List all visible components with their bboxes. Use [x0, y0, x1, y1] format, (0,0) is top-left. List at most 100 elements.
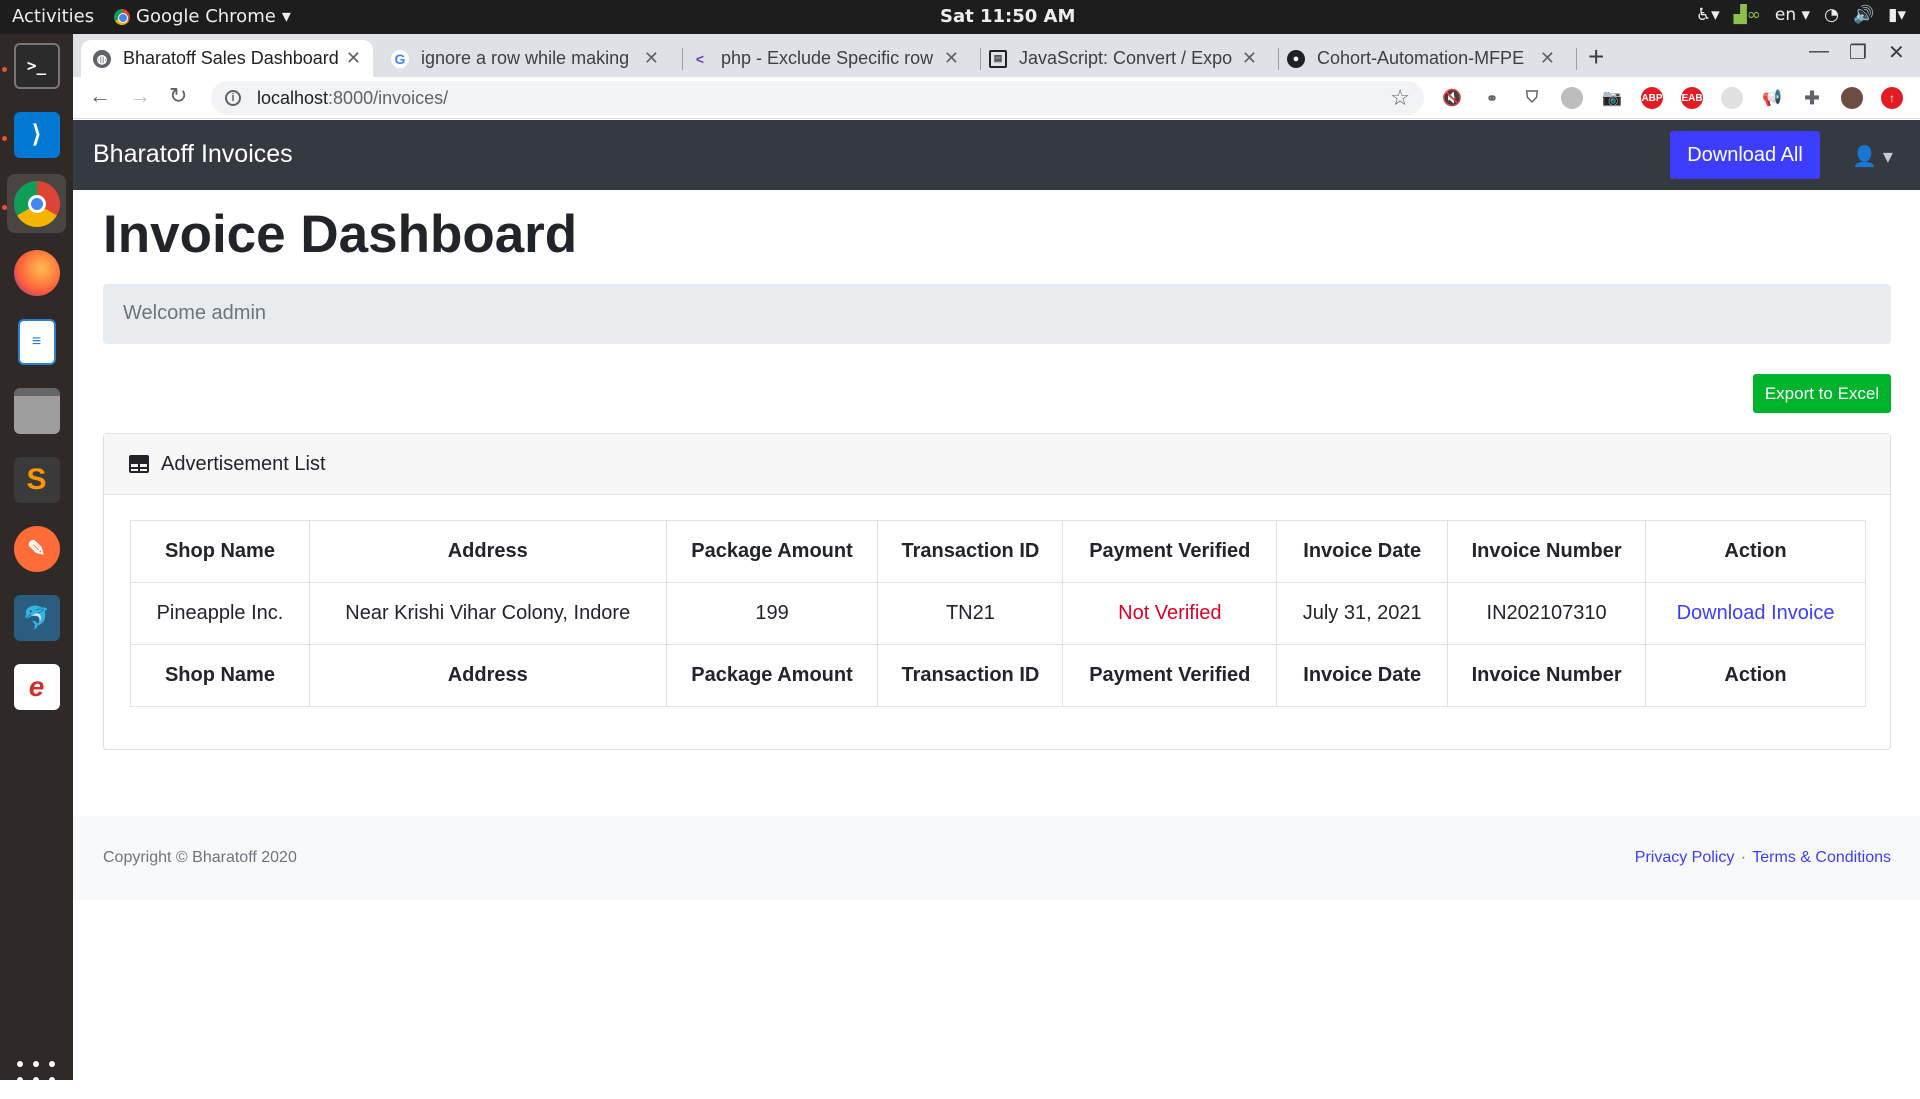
- url-text[interactable]: localhost:8000/invoices/: [257, 88, 448, 109]
- network-indicator-icon[interactable]: ▟∞: [1734, 5, 1761, 25]
- close-icon[interactable]: ✕: [944, 48, 959, 69]
- dock-mysql-workbench[interactable]: 🐬: [7, 588, 66, 647]
- top-navbar: Bharatoff Invoices Download All 👤 ▾: [73, 120, 1920, 190]
- page-title: Invoice Dashboard: [103, 205, 578, 264]
- cell-action: Download Invoice: [1645, 582, 1866, 645]
- terminal-icon: >_: [13, 42, 60, 89]
- language-label: en: [1774, 5, 1797, 25]
- files-icon: [13, 387, 60, 434]
- forward-arrow-icon[interactable]: →: [129, 83, 151, 109]
- mute-tab-icon[interactable]: 🔇: [1441, 87, 1463, 109]
- profile-avatar[interactable]: [1841, 87, 1863, 109]
- web-page: Bharatoff Invoices Download All 👤 ▾ Invo…: [73, 120, 1920, 1080]
- camera-icon[interactable]: 📷: [1601, 87, 1623, 109]
- download-invoice-link[interactable]: Download Invoice: [1677, 602, 1835, 624]
- google-icon: G: [391, 49, 409, 68]
- info-icon[interactable]: i: [225, 90, 241, 106]
- column-header-transaction-id[interactable]: Transaction ID: [877, 520, 1064, 583]
- column-footer-invoice-date: Invoice Date: [1276, 644, 1449, 707]
- megaphone-icon[interactable]: 📢: [1761, 87, 1783, 109]
- language-indicator[interactable]: en ▾: [1775, 5, 1810, 25]
- dock-writer[interactable]: ≡: [7, 312, 66, 371]
- welcome-banner: Welcome admin: [103, 284, 1891, 344]
- vscode-icon: ⟩: [13, 111, 60, 158]
- accessibility-icon[interactable]: ♿▾: [1696, 5, 1720, 25]
- close-icon[interactable]: ✕: [1540, 48, 1555, 69]
- copyright-text: Copyright © Bharatoff 2020: [103, 849, 297, 866]
- shield-icon[interactable]: ⛉: [1521, 87, 1543, 109]
- caret-down-icon: ▾: [1882, 146, 1893, 168]
- puzzle-extensions-icon[interactable]: ✚: [1801, 87, 1823, 109]
- browser-window: ◍ Bharatoff Sales Dashboard ✕ G ignore a…: [73, 34, 1920, 1080]
- terms-conditions-link[interactable]: Terms & Conditions: [1752, 849, 1891, 866]
- firefox-icon: [13, 249, 60, 296]
- export-to-excel-button[interactable]: Export to Excel: [1753, 374, 1891, 413]
- browser-toolbar: ← → ↻ i localhost:8000/invoices/ ☆ 🔇 ⚭ ⛉…: [73, 77, 1920, 119]
- column-header-package-amount[interactable]: Package Amount: [665, 520, 879, 583]
- show-applications-icon[interactable]: [17, 1061, 55, 1099]
- column-header-address[interactable]: Address: [308, 520, 667, 583]
- tab-javascript-convert[interactable]: ▤ JavaScript: Convert / Expo ✕: [977, 40, 1269, 77]
- dock-postman[interactable]: ✎: [7, 519, 66, 578]
- url-host: localhost: [257, 87, 329, 108]
- download-all-button[interactable]: Download All: [1670, 131, 1820, 179]
- close-window-icon[interactable]: ✕: [1888, 40, 1905, 65]
- column-header-invoice-number[interactable]: Invoice Number: [1447, 520, 1647, 583]
- adblock-icon[interactable]: EAB: [1681, 87, 1703, 109]
- page-footer: Copyright © Bharatoff 2020 Privacy Polic…: [73, 816, 1920, 900]
- restore-icon[interactable]: ❐: [1849, 40, 1867, 65]
- dock-chrome[interactable]: [7, 174, 66, 233]
- tab-title: JavaScript: Convert / Expo: [1019, 48, 1233, 68]
- dock-files[interactable]: [7, 381, 66, 440]
- column-header-shop-name[interactable]: Shop Name: [130, 520, 310, 583]
- dock-sublime[interactable]: S: [7, 450, 66, 509]
- table-icon: [129, 455, 149, 473]
- tab-cohort-automation[interactable]: ● Cohort-Automation-MFPE ✕: [1275, 40, 1567, 77]
- user-menu[interactable]: 👤 ▾: [1852, 144, 1893, 169]
- new-tab-icon[interactable]: +: [1588, 41, 1604, 73]
- dock-firefox[interactable]: [7, 243, 66, 302]
- tab-php-exclude-row[interactable]: < php - Exclude Specific row ✕: [679, 40, 971, 77]
- close-icon[interactable]: ✕: [346, 48, 361, 69]
- navbar-brand[interactable]: Bharatoff Invoices: [93, 140, 293, 169]
- adblock-plus-icon[interactable]: ABP: [1641, 87, 1663, 109]
- chevron-left-icon: <: [695, 50, 705, 67]
- tab-separator: [1576, 48, 1577, 70]
- battery-icon[interactable]: ▮▾: [1888, 5, 1906, 25]
- tab-ignore-row[interactable]: G ignore a row while making ✕: [379, 40, 671, 77]
- close-icon[interactable]: ✕: [1242, 48, 1257, 69]
- extension-link-icon[interactable]: ⚭: [1481, 87, 1503, 109]
- activities-button[interactable]: Activities: [12, 6, 94, 27]
- app-menu-label: Google Chrome: [136, 6, 276, 27]
- system-tray[interactable]: ♿▾ ▟∞ en ▾ ◔ 🔊 ▮▾: [1696, 5, 1906, 25]
- system-top-bar: Activities Google Chrome ▾ Sat 11:50 AM …: [0, 0, 1920, 34]
- invoice-table: Shop Name Address Package Amount Transac…: [130, 520, 1866, 707]
- extension-gray-icon[interactable]: [1561, 87, 1583, 109]
- app-menu[interactable]: Google Chrome ▾: [114, 6, 291, 27]
- clock[interactable]: Sat 11:50 AM: [940, 6, 1075, 27]
- update-icon[interactable]: ↑: [1881, 87, 1903, 109]
- dock-terminal[interactable]: >_: [7, 36, 66, 95]
- close-icon[interactable]: ✕: [644, 48, 659, 69]
- tab-bharatoff-sales-dashboard[interactable]: ◍ Bharatoff Sales Dashboard ✕: [81, 40, 373, 77]
- back-arrow-icon[interactable]: ←: [89, 83, 111, 109]
- column-header-action[interactable]: Action: [1645, 520, 1866, 583]
- dock-zoho[interactable]: e: [7, 657, 66, 716]
- minimize-icon[interactable]: —: [1809, 40, 1829, 63]
- zoho-icon: e: [13, 663, 60, 710]
- reload-icon[interactable]: ↻: [169, 83, 187, 109]
- volume-icon[interactable]: 🔊: [1853, 5, 1874, 25]
- chrome-icon: [13, 180, 60, 227]
- address-bar[interactable]: i localhost:8000/invoices/ ☆: [211, 81, 1424, 115]
- bookmark-star-icon[interactable]: ☆: [1390, 85, 1410, 111]
- wifi-icon[interactable]: ◔: [1824, 5, 1839, 25]
- tab-title: ignore a row while making: [421, 48, 630, 68]
- dock-vscode[interactable]: ⟩: [7, 105, 66, 164]
- column-header-payment-verified[interactable]: Payment Verified: [1062, 520, 1278, 583]
- column-header-invoice-date[interactable]: Invoice Date: [1276, 520, 1449, 583]
- footer-separator: ·: [1740, 849, 1747, 866]
- mysql-icon: 🐬: [13, 594, 60, 641]
- privacy-policy-link[interactable]: Privacy Policy: [1635, 849, 1735, 866]
- cell-package-amount: 199: [665, 582, 879, 645]
- extension-light-icon[interactable]: [1721, 87, 1743, 109]
